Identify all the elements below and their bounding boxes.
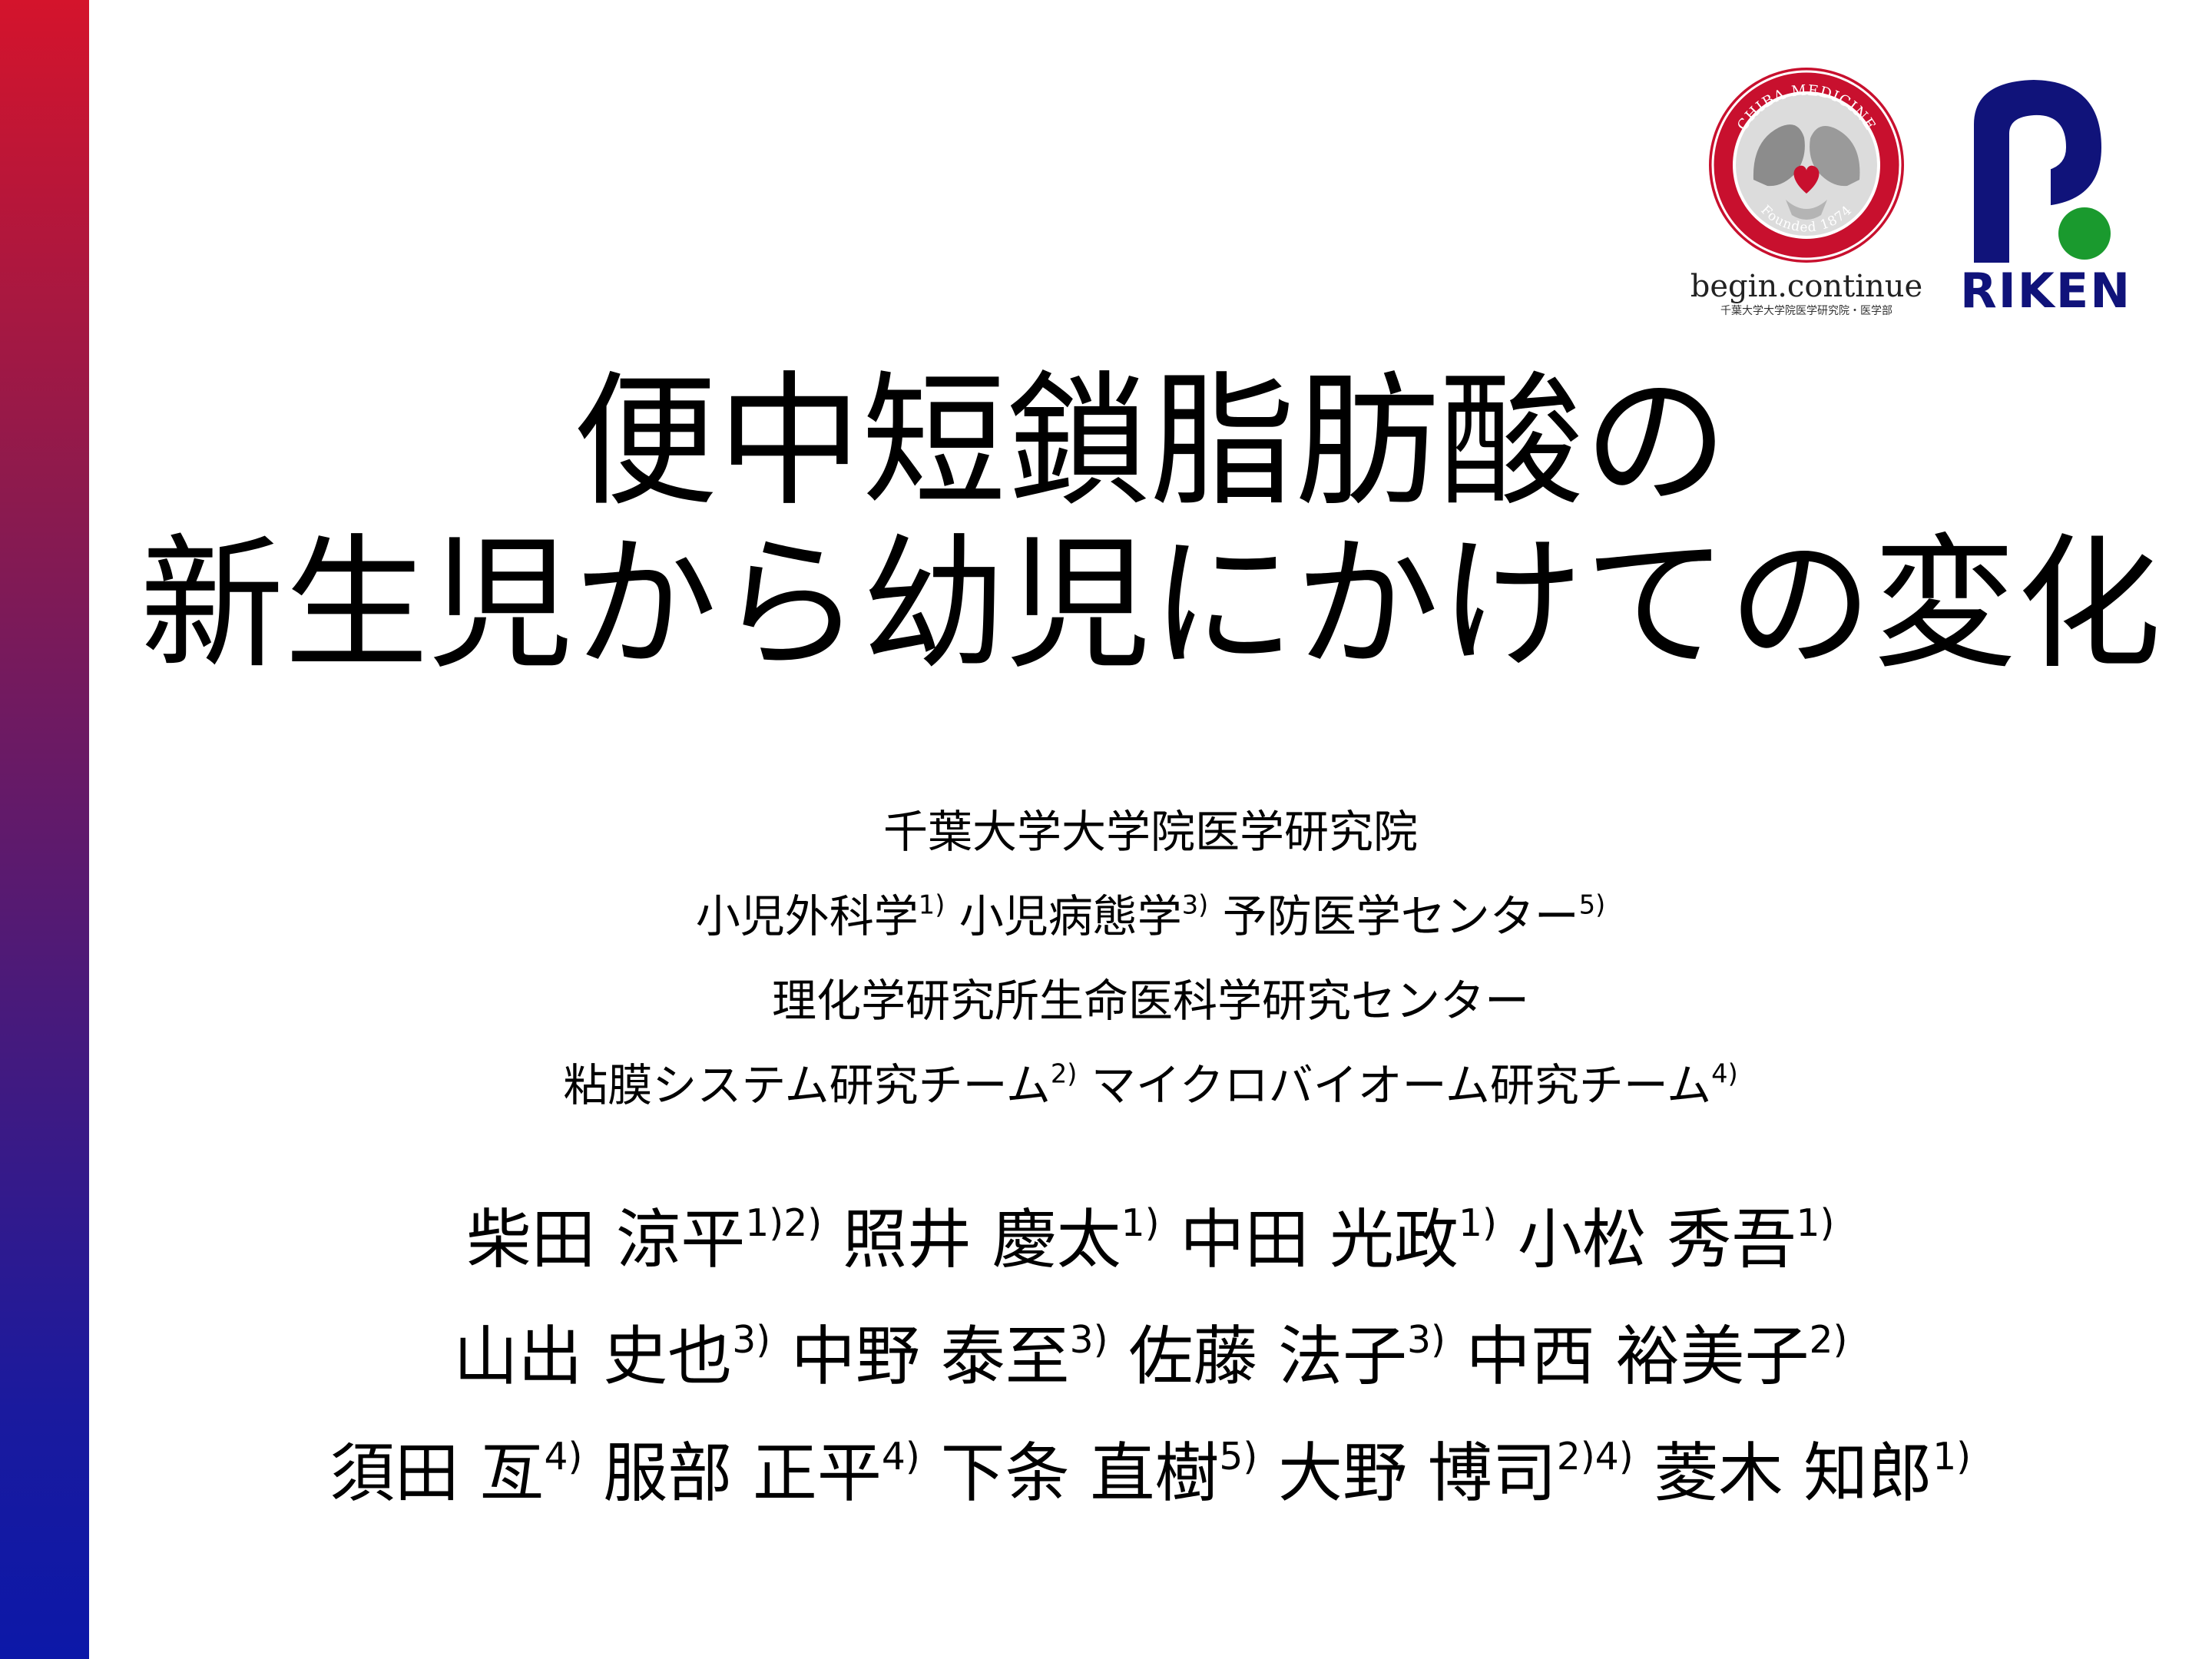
affiliation-line-4: 粘膜システム研究チーム2) マイクロバイオーム研究チーム4) — [89, 1043, 2212, 1128]
affiliation-marker: 2)4) — [1556, 1435, 1634, 1479]
affiliation-marker: 1) — [1459, 1201, 1498, 1245]
text-segment: 大野 博司 — [1257, 1435, 1557, 1511]
slide-title: 便中短鎖脂肪酸の 新生児から幼児にかけての変化 — [89, 361, 2212, 687]
logo-area: CHIBA MEDICINE Founded 1874 begin.contin… — [1684, 65, 2132, 326]
affiliation-marker: 3) — [732, 1318, 771, 1362]
chiba-tagline: begin.continue — [1690, 269, 1923, 304]
affiliation-marker: 3) — [1407, 1318, 1446, 1362]
author-line-1: 柴田 涼平1)2) 照井 慶太1) 中田 光政1) 小松 秀吾1) — [89, 1181, 2212, 1298]
text-segment: 柴田 涼平 — [466, 1202, 746, 1277]
author-line-3: 須田 亙4) 服部 正平4) 下条 直樹5) 大野 博司2)4) 菱木 知郎1) — [89, 1415, 2212, 1532]
text-segment: 須田 亙 — [329, 1435, 545, 1511]
text-segment: 小児外科学 — [695, 890, 919, 942]
text-segment: マイクロバイオーム研究チーム — [1077, 1059, 1712, 1111]
affiliation-marker: 2) — [1809, 1318, 1848, 1362]
text-segment: 予防医学センター — [1208, 890, 1579, 942]
affiliation-marker: 3) — [1069, 1318, 1108, 1362]
author-list: 柴田 涼平1)2) 照井 慶太1) 中田 光政1) 小松 秀吾1) 山出 史也3)… — [89, 1181, 2212, 1532]
author-line-2: 山出 史也3) 中野 泰至3) 佐藤 法子3) 中西 裕美子2) — [89, 1298, 2212, 1415]
chiba-subtext: 千葉大学大学院医学研究院・医学部 — [1720, 305, 1892, 317]
text-segment: 下条 直樹 — [919, 1435, 1220, 1511]
affiliation-marker: 4) — [881, 1435, 920, 1479]
affiliation-marker: 5) — [1219, 1435, 1258, 1479]
affiliation-marker: 1) — [1932, 1435, 1972, 1479]
text-segment: 山出 史也 — [453, 1319, 733, 1394]
text-segment: 理化学研究所生命医科学研究センター — [771, 975, 1529, 1027]
text-segment: 菱木 知郎 — [1633, 1435, 1933, 1511]
affiliation-marker: 4) — [544, 1435, 583, 1479]
affiliation-line-3: 理化学研究所生命医科学研究センター — [89, 959, 2212, 1043]
title-line-1: 便中短鎖脂肪酸の — [573, 358, 1728, 526]
affiliation-marker: 2) — [1050, 1058, 1078, 1089]
chiba-medicine-seal-icon: CHIBA MEDICINE Founded 1874 — [1709, 68, 1904, 263]
text-segment: 中野 泰至 — [770, 1319, 1070, 1394]
riken-wordmark: RIKEN — [1960, 263, 2132, 319]
side-gradient-bar — [0, 0, 89, 1659]
text-segment: 粘膜システム研究チーム — [563, 1059, 1051, 1111]
chiba-university-logo: CHIBA MEDICINE Founded 1874 begin.contin… — [1684, 65, 1929, 326]
affiliation-marker: 1)2) — [745, 1201, 823, 1245]
affiliation-marker: 1) — [918, 889, 945, 920]
text-segment: 中西 裕美子 — [1445, 1319, 1810, 1394]
title-line-2: 新生児から幼児にかけての変化 — [140, 521, 2161, 689]
text-segment: 服部 正平 — [582, 1435, 882, 1511]
text-segment: 小児病態学 — [945, 890, 1182, 942]
affiliation-line-1: 千葉大学大学院医学研究院 — [89, 790, 2212, 874]
riken-mark-icon — [1974, 80, 2111, 263]
text-segment: 照井 慶太 — [822, 1202, 1121, 1277]
affiliations: 千葉大学大学院医学研究院小児外科学1) 小児病態学3) 予防医学センター5) 理化… — [89, 790, 2212, 1128]
text-segment: 千葉大学大学院医学研究院 — [882, 806, 1418, 858]
text-segment: 小松 秀吾 — [1497, 1202, 1796, 1277]
affiliation-line-2: 小児外科学1) 小児病態学3) 予防医学センター5) — [89, 874, 2212, 959]
text-segment: 中田 光政 — [1159, 1202, 1459, 1277]
riken-logo: RIKEN — [1960, 71, 2132, 324]
affiliation-marker: 4) — [1711, 1058, 1738, 1089]
affiliation-marker: 1) — [1796, 1201, 1835, 1245]
text-segment: 佐藤 法子 — [1108, 1319, 1408, 1394]
affiliation-marker: 1) — [1121, 1201, 1160, 1245]
affiliation-marker: 5) — [1578, 889, 1606, 920]
affiliation-marker: 3) — [1181, 889, 1209, 920]
